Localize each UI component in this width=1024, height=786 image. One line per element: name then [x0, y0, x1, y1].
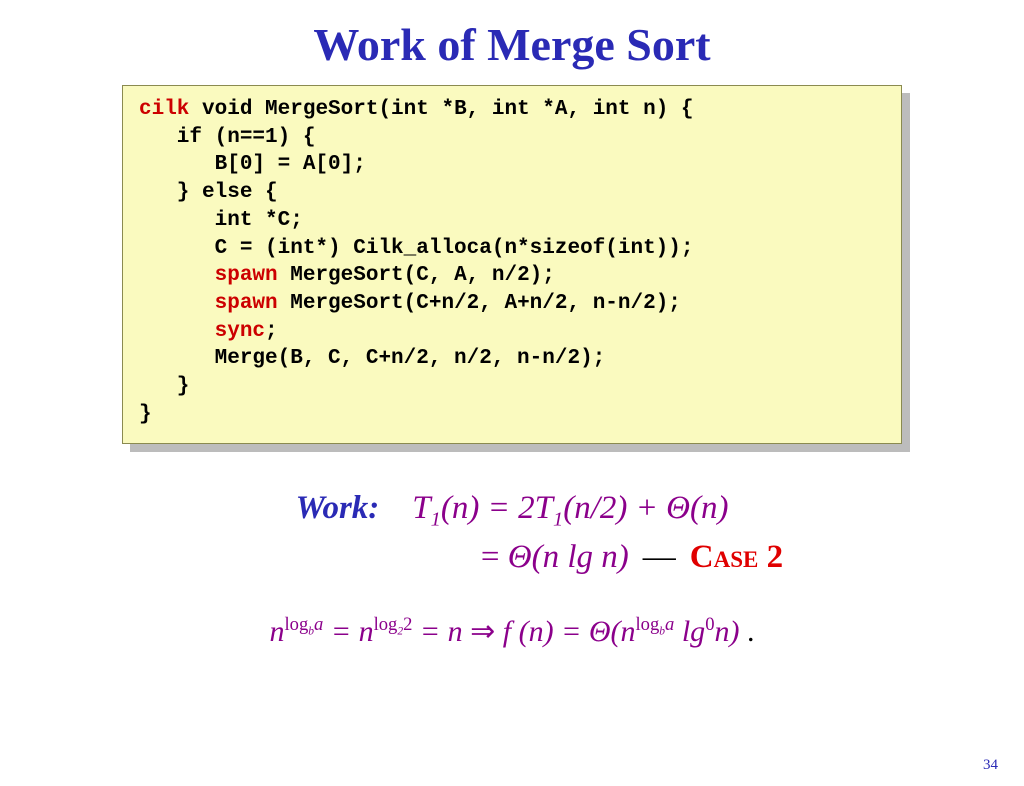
- work-line-1: Work: T1(n) = 2T1(n/2) + Θ(n): [0, 490, 1024, 532]
- kw-spawn-2: spawn: [215, 292, 278, 315]
- f-e2c: 2: [403, 614, 412, 635]
- eq2-eq: =: [481, 539, 500, 575]
- master-formula: nlogba = nlog22 = n ⇒ f (n) = Θ(nlogba l…: [0, 614, 1024, 649]
- code-l7b: MergeSort(C, A, n/2);: [278, 264, 555, 287]
- code-box: cilk void MergeSort(int *B, int *A, int …: [122, 85, 902, 444]
- code-l10: Merge(B, C, C+n/2, n/2, n-n/2);: [139, 347, 605, 370]
- eq1-tail: (n/2) + Θ(n): [563, 490, 728, 526]
- kw-spawn-1: spawn: [215, 264, 278, 287]
- work-line-2: = Θ(n lg n) — Case 2: [0, 539, 1024, 576]
- slide-title: Work of Merge Sort: [0, 18, 1024, 71]
- f-n1: n: [270, 615, 285, 648]
- eq1-rest: (n) = 2T: [441, 490, 553, 526]
- f-e1a: log: [285, 614, 309, 635]
- page-number: 34: [983, 757, 998, 774]
- kw-sync: sync: [215, 320, 265, 343]
- code-l8a: [139, 292, 215, 315]
- f-e2a: log: [374, 614, 398, 635]
- code-l7a: [139, 264, 215, 287]
- code-block: cilk void MergeSort(int *B, int *A, int …: [122, 85, 902, 444]
- case-label: Case 2: [690, 539, 783, 576]
- code-l11: }: [139, 375, 189, 398]
- eq1-T1: T: [412, 490, 430, 526]
- f-t2: = n: [323, 615, 373, 648]
- f-t5: lg: [674, 615, 705, 648]
- code-l3: B[0] = A[0];: [139, 153, 366, 176]
- work-eq2: = Θ(n lg n): [241, 539, 629, 576]
- f-t6: n): [714, 615, 739, 648]
- code-l8b: MergeSort(C+n/2, A+n/2, n-n/2);: [278, 292, 681, 315]
- code-l4: } else {: [139, 181, 290, 204]
- f-e3a: log: [636, 614, 660, 635]
- f-arrow: ⇒: [470, 615, 495, 648]
- eq2-body: Θ(n lg n): [500, 539, 629, 575]
- code-l9a: [139, 320, 215, 343]
- f-e3c: a: [665, 614, 674, 635]
- code-l12: }: [139, 403, 152, 426]
- f-e1c: a: [314, 614, 323, 635]
- f-t4: f (n) = Θ(n: [495, 615, 635, 648]
- work-label: Work:: [296, 490, 380, 526]
- code-l1b: void MergeSort(int *B, int *A, int n) {: [189, 98, 693, 121]
- f-dot: .: [739, 615, 754, 648]
- work-eq1: T1(n) = 2T1(n/2) + Θ(n): [412, 490, 728, 526]
- work-equations: Work: T1(n) = 2T1(n/2) + Θ(n) = Θ(n lg n…: [0, 490, 1024, 577]
- code-l2: if (n==1) {: [139, 126, 315, 149]
- kw-cilk: cilk: [139, 98, 189, 121]
- f-t3: = n: [412, 615, 470, 648]
- code-l6: C = (int*) Cilk_alloca(n*sizeof(int));: [139, 237, 694, 260]
- code-l9b: ;: [265, 320, 278, 343]
- work-dash: —: [643, 539, 676, 576]
- code-l5: int *C;: [139, 209, 303, 232]
